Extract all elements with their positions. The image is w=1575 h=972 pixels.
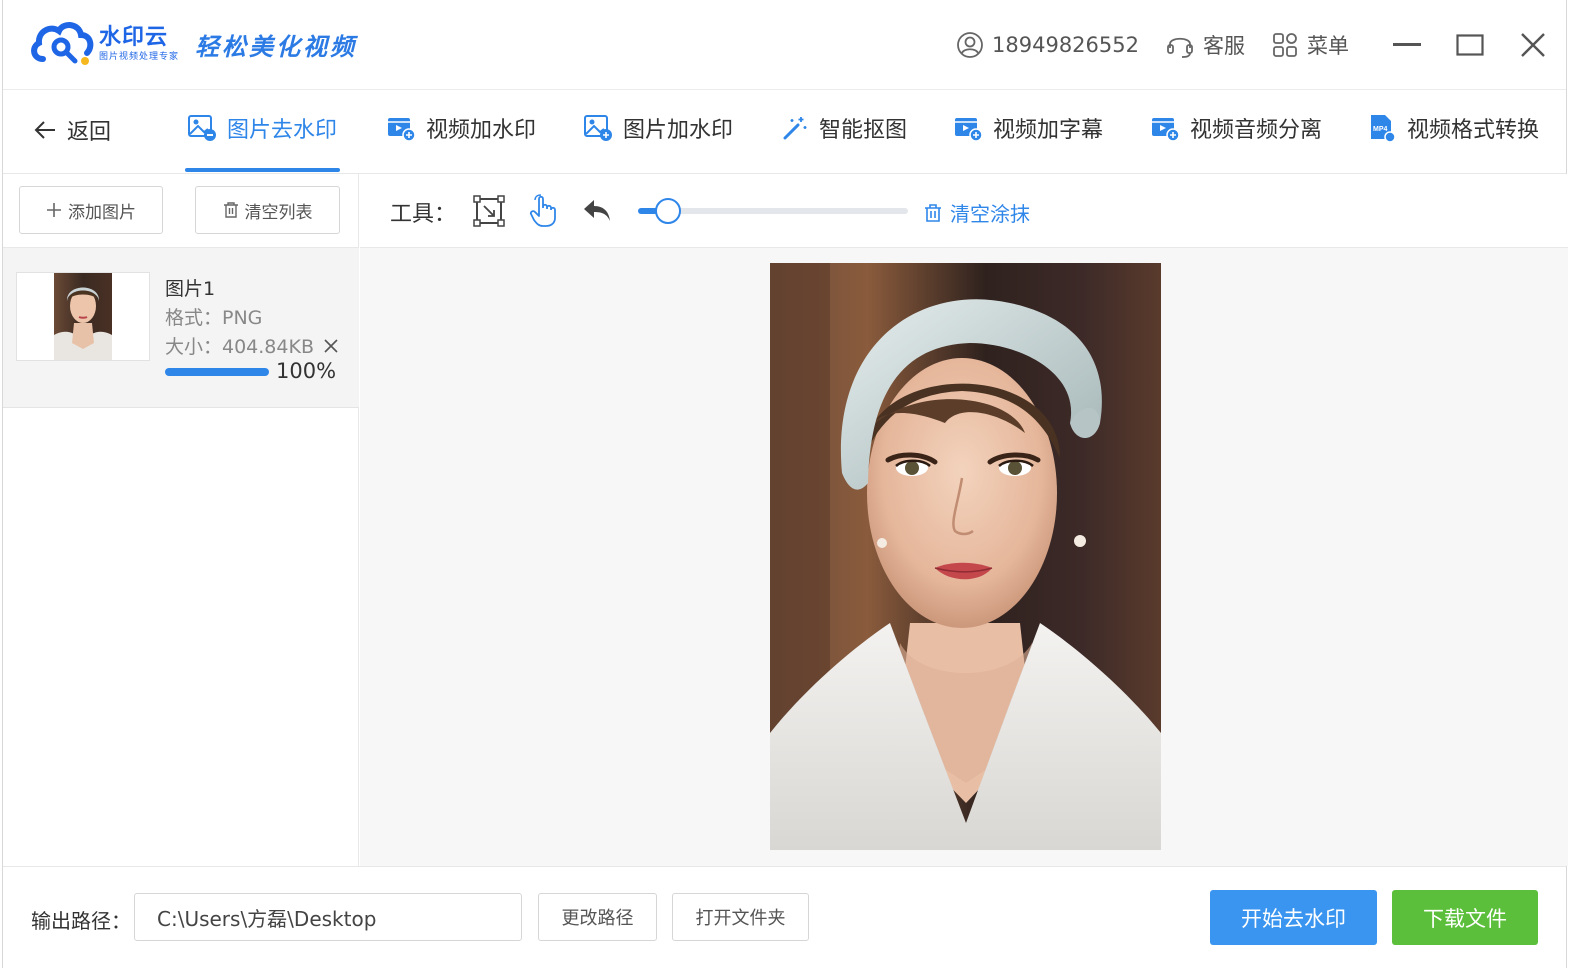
trash-icon (223, 202, 238, 218)
close-window-button[interactable] (1501, 22, 1564, 68)
arrow-left-icon (34, 121, 55, 139)
user-phone: 18949826552 (992, 33, 1139, 57)
tools-label: 工具： (390, 202, 457, 227)
title-bar: 水印云 图片视频处理专家 轻松美化视频 18949826552 客服 菜单 (3, 0, 1566, 90)
file-name: 图片1 (165, 278, 216, 300)
tab-label: 图片加水印 (623, 118, 734, 143)
minimize-button[interactable] (1375, 22, 1438, 68)
app-name: 水印云 (99, 25, 169, 50)
start-remove-watermark-button[interactable]: 开始去水印 (1210, 890, 1377, 945)
app-window: 水印云 图片视频处理专家 轻松美化视频 18949826552 客服 菜单 返回… (2, 0, 1568, 968)
undo-tool[interactable] (580, 194, 614, 228)
active-tab-indicator (185, 168, 340, 172)
hand-pointer-icon (529, 194, 556, 227)
tab-video-subtitle[interactable]: 视频加字幕 (953, 112, 1103, 144)
tab-label: 视频加水印 (426, 118, 537, 143)
grid-menu-icon (1273, 33, 1297, 57)
cloud-logo-icon (29, 19, 97, 69)
video-add-icon (388, 118, 416, 142)
image-remove-icon (188, 115, 216, 141)
tab-label: 视频加字幕 (993, 118, 1104, 143)
tool-bar: 工具： 清空涂抹 (360, 174, 1568, 248)
minimize-icon (1392, 43, 1421, 46)
tab-smart-cutout[interactable]: 智能抠图 (781, 112, 907, 144)
back-label: 返回 (67, 120, 112, 145)
add-image-label: 添加图片 (68, 202, 136, 223)
tab-image-watermark-add[interactable]: 图片加水印 (583, 112, 733, 144)
tab-label: 视频格式转换 (1407, 118, 1540, 143)
output-path-input[interactable] (134, 893, 522, 941)
svg-text:MP4: MP4 (1373, 126, 1388, 133)
menu-label: 菜单 (1307, 34, 1349, 58)
tab-video-audio-split[interactable]: 视频音频分离 (1150, 112, 1322, 144)
preview-image[interactable] (770, 263, 1161, 850)
tab-label: 图片去水印 (227, 118, 338, 143)
output-bar: 输出路径： 更改路径 打开文件夹 开始去水印 下载文件 (3, 866, 1566, 968)
file-size: 大小：404.84KB (165, 336, 314, 358)
output-path-label: 输出路径： (31, 909, 131, 933)
service-label: 客服 (1203, 34, 1245, 58)
maximize-button[interactable] (1438, 22, 1501, 68)
add-image-button[interactable]: 添加图片 (19, 186, 163, 234)
feature-nav: 返回 图片去水印 视频加水印 图片加水印 智能抠图 视频加字幕 视频音频分离 M… (3, 90, 1566, 174)
undo-icon (584, 200, 610, 221)
clear-list-label: 清空列表 (244, 202, 313, 223)
tab-video-watermark-add[interactable]: 视频加水印 (386, 112, 536, 144)
app-slogan: 轻松美化视频 (195, 31, 358, 61)
video-audio-icon (1152, 118, 1180, 142)
user-icon (957, 32, 983, 58)
file-progress-bar (165, 368, 269, 376)
start-button-label: 开始去水印 (1241, 906, 1346, 931)
download-button-label: 下载文件 (1423, 906, 1507, 931)
menu-button[interactable]: 菜单 (1271, 30, 1349, 60)
file-format: 格式：PNG (165, 307, 263, 329)
download-file-button[interactable]: 下载文件 (1392, 890, 1538, 945)
remove-file-button[interactable] (323, 338, 339, 358)
image-add-icon (584, 115, 612, 141)
file-progress-text: 100% (276, 359, 337, 383)
headset-icon (1167, 37, 1193, 58)
back-button[interactable]: 返回 (33, 114, 111, 146)
customer-service-button[interactable]: 客服 (1165, 30, 1245, 60)
open-folder-button[interactable]: 打开文件夹 (672, 893, 809, 941)
tab-label: 视频音频分离 (1190, 118, 1323, 143)
file-list-toolbar: 添加图片 清空列表 (3, 174, 358, 248)
change-path-label: 更改路径 (561, 908, 634, 929)
app-logo: 水印云 图片视频处理专家 轻松美化视频 (29, 18, 357, 70)
mp4-convert-icon: MP4 (1371, 115, 1396, 143)
video-subtitle-icon (955, 118, 983, 142)
rect-select-icon (473, 195, 505, 227)
tab-image-watermark-remove[interactable]: 图片去水印 (187, 112, 337, 144)
brush-size-handle[interactable] (654, 198, 681, 224)
close-icon (1520, 33, 1545, 57)
plus-icon (47, 203, 61, 217)
file-list-panel: 添加图片 清空列表 图片1 格式：PNG 大小：404.84KB 100% (3, 174, 359, 866)
maximize-icon (1455, 34, 1484, 56)
user-account[interactable]: 18949826552 (956, 31, 1139, 59)
file-progress-fill (165, 368, 269, 376)
close-icon (324, 339, 338, 353)
trash-icon (925, 203, 941, 222)
tab-label: 智能抠图 (819, 118, 908, 143)
rect-select-tool[interactable] (472, 194, 506, 228)
magic-wand-icon (783, 117, 807, 140)
open-folder-label: 打开文件夹 (695, 908, 786, 929)
change-path-button[interactable]: 更改路径 (538, 893, 657, 941)
tab-video-format-convert[interactable]: MP4 视频格式转换 (1367, 112, 1539, 144)
hand-smear-tool[interactable] (526, 194, 560, 228)
editor-area: 工具： 清空涂抹 (360, 174, 1568, 866)
clear-smear-label: 清空涂抹 (950, 202, 1030, 226)
clear-smear-button[interactable]: 清空涂抹 (924, 198, 1030, 227)
file-thumbnail (16, 272, 150, 361)
clear-list-button[interactable]: 清空列表 (195, 186, 340, 234)
app-subtitle: 图片视频处理专家 (99, 52, 180, 62)
